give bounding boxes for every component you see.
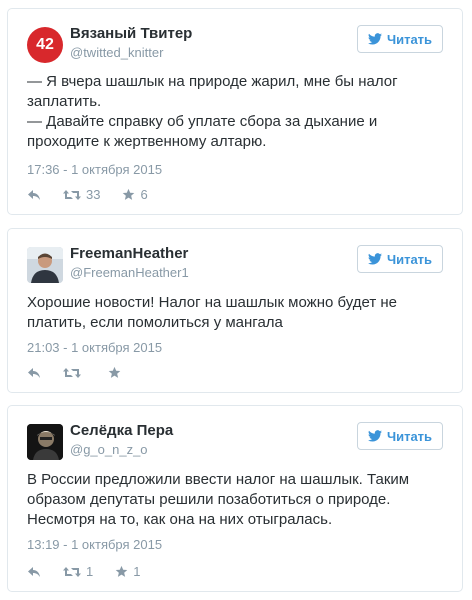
reply-icon [28,367,40,378]
star-icon [123,188,135,200]
star-icon [108,366,121,378]
like-count: 1 [133,564,141,579]
retweet-button[interactable]: 33 [63,187,100,202]
twitter-bird-icon [367,33,382,45]
favorite-button[interactable]: 6 [122,187,148,202]
retweet-button[interactable] [63,367,86,379]
author-name[interactable]: FreemanHeather [70,245,188,262]
tweet-card: 42 Вязаный Твитер @twitted_knitter Читат… [7,8,463,215]
avatar[interactable] [27,424,63,460]
follow-button[interactable]: Читать [357,25,443,53]
avatar-badge-text: 42 [36,36,54,53]
like-count: 6 [140,187,148,202]
tweet-timestamp[interactable]: 13:19 - 1 октября 2015 [27,537,162,552]
follow-label: Читать [386,31,433,47]
reply-button[interactable] [27,189,41,201]
retweet-button[interactable]: 1 [63,564,93,579]
tweet-timestamp[interactable]: 17:36 - 1 октября 2015 [27,162,162,177]
author-name[interactable]: Селёдка Пера [70,422,173,439]
tweet-actions: 1 1 [27,564,162,579]
person-photo-icon [27,247,63,283]
person-photo-icon [27,424,63,460]
retweet-icon [63,189,81,200]
tweet-card: FreemanHeather @FreemanHeather1 Читать Х… [7,228,463,393]
reply-button[interactable] [27,566,41,578]
tweet-text: — Я вчера шашлык на природе жарил, мне б… [27,73,398,150]
favorite-button[interactable] [108,366,126,379]
tweet-actions [27,366,148,379]
follow-label: Читать [386,428,433,444]
star-icon [115,565,128,577]
follow-button[interactable]: Читать [357,422,443,450]
retweet-count: 33 [86,187,101,202]
follow-label: Читать [386,251,433,267]
retweet-icon [63,367,81,378]
tweet-card: Селёдка Пера @g_o_n_z_o Читать В России … [7,405,463,592]
author-name[interactable]: Вязаный Твитер [70,25,192,42]
tweet-text: В России предложили ввести налог на шашл… [27,471,410,528]
tweet-text: Хорошие новости! Налог на шашлык можно б… [27,294,398,331]
author-handle[interactable]: @g_o_n_z_o [70,442,148,457]
reply-icon [28,566,40,577]
tweet-actions: 33 6 [27,187,170,202]
avatar[interactable] [27,247,63,283]
tweet-timestamp[interactable]: 21:03 - 1 октября 2015 [27,340,162,355]
favorite-button[interactable]: 1 [115,564,140,579]
twitter-bird-icon [367,253,382,265]
retweet-count: 1 [86,564,94,579]
tweet-feed: 42 Вязаный Твитер @twitted_knitter Читат… [0,0,472,600]
twitter-bird-icon [367,430,382,442]
reply-icon [28,189,40,200]
reply-button[interactable] [27,367,41,379]
author-handle[interactable]: @FreemanHeather1 [70,265,189,280]
avatar[interactable]: 42 [27,27,63,63]
follow-button[interactable]: Читать [357,245,443,273]
author-handle[interactable]: @twitted_knitter [70,45,163,60]
retweet-icon [63,566,81,577]
